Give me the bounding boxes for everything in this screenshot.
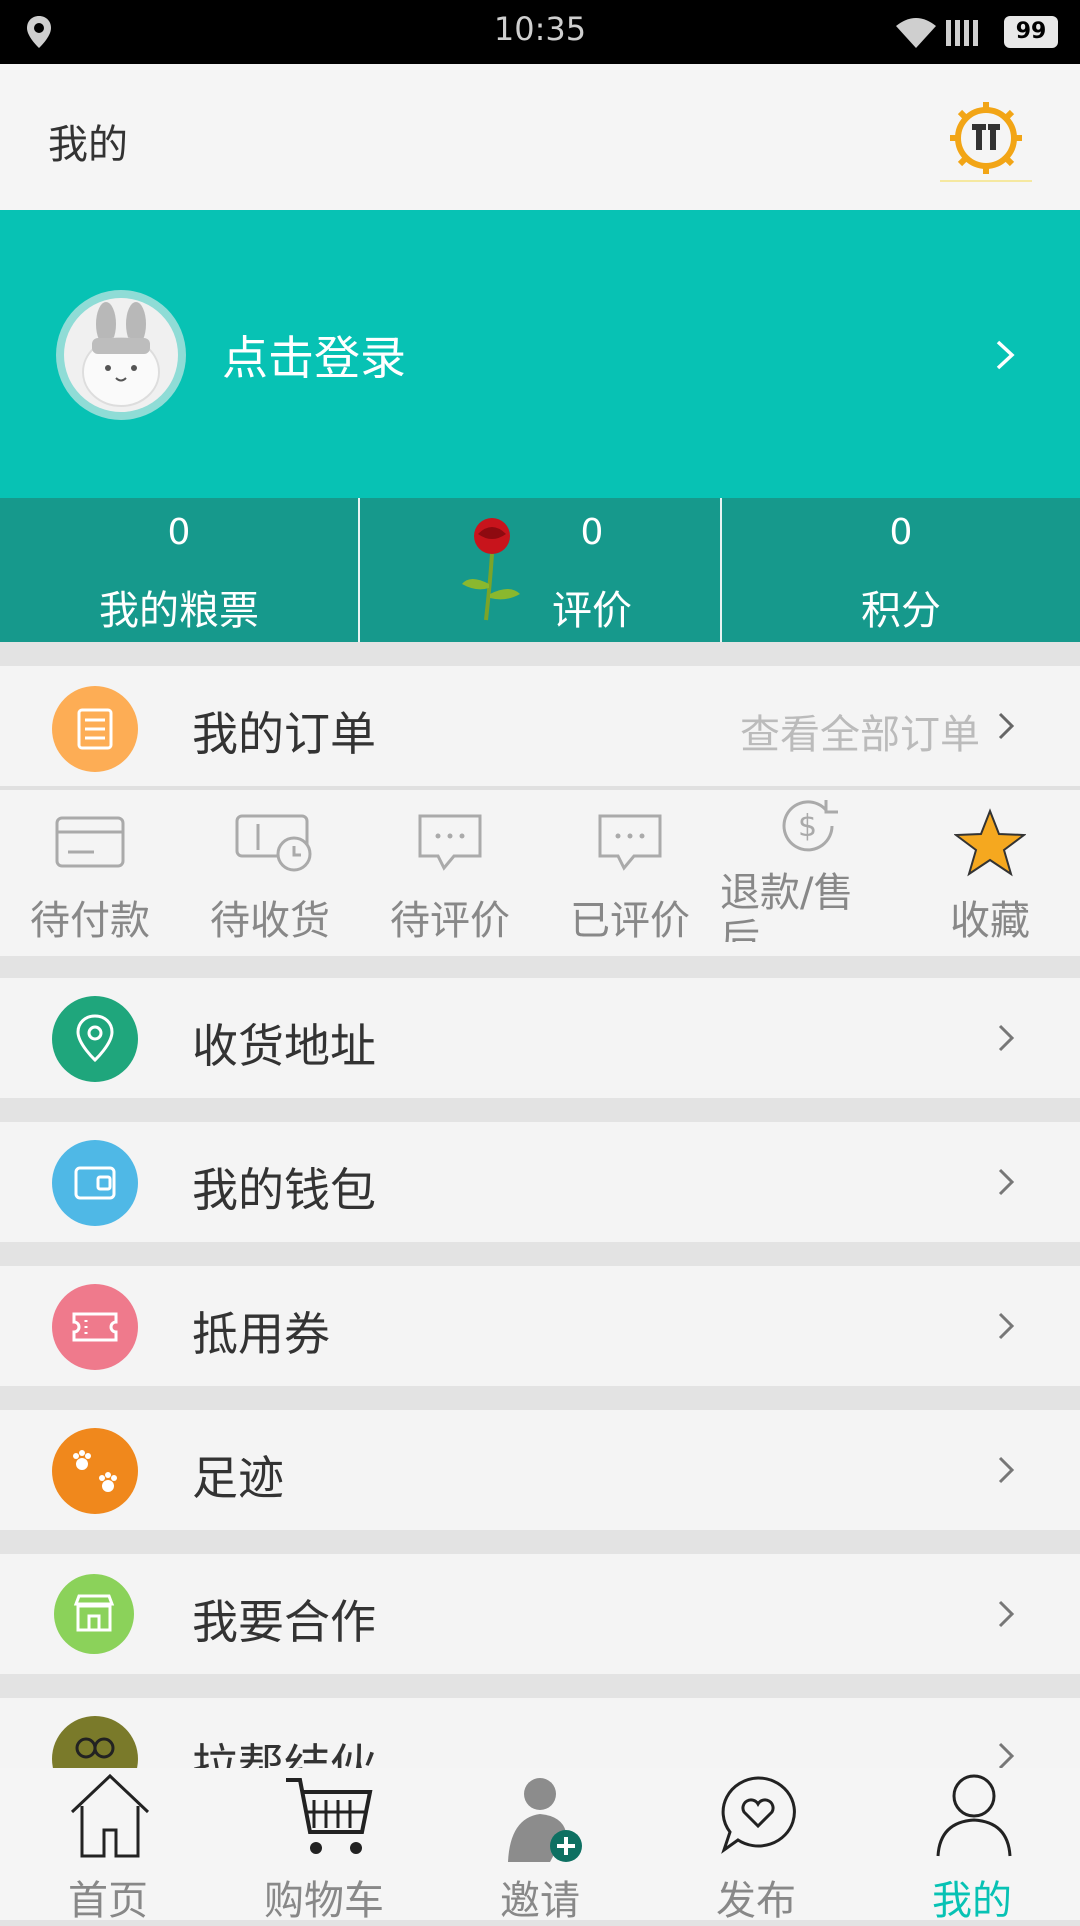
nav-cart[interactable]: 购物车 — [216, 1768, 432, 1924]
order-status-bar: 待付款 待收货 待评价 已评价 $ 退款/售后 收藏 — [0, 790, 1080, 956]
order-refund-aftersale[interactable]: $ 退款/售后 — [720, 790, 900, 956]
order-pending-payment[interactable]: 待付款 — [0, 790, 180, 956]
stat-value: 0 — [167, 512, 191, 553]
favorites[interactable]: 收藏 — [900, 790, 1080, 956]
avatar[interactable] — [56, 290, 186, 420]
stat-label: 评价 — [552, 588, 632, 634]
menu-footprints[interactable]: 足迹 — [0, 1410, 1080, 1530]
signal-icon — [946, 20, 978, 46]
refund-icon: $ — [782, 800, 838, 852]
clock-ticket-icon — [235, 814, 312, 872]
wallet-icon — [52, 1140, 138, 1226]
order-reviewed[interactable]: 已评价 — [540, 790, 720, 956]
battery-indicator: 99 — [1004, 16, 1058, 48]
paw-icon — [52, 1428, 138, 1514]
shop-icon — [54, 1574, 134, 1654]
stat-label: 我的粮票 — [99, 588, 259, 634]
settings-gear-icon[interactable] — [944, 96, 1028, 180]
nav-mine[interactable]: 我的 — [864, 1768, 1080, 1924]
stat-reviews[interactable]: 0 评价 — [360, 498, 720, 642]
cart-icon — [286, 1778, 373, 1854]
status-bar: 10:35 99 — [0, 0, 1080, 64]
chevron-right-icon — [998, 1456, 1015, 1484]
bunny-avatar-icon — [82, 302, 160, 407]
stats-bar: 0 我的粮票 0 评价 0 积分 — [0, 498, 1080, 642]
chevron-right-icon — [998, 1312, 1015, 1340]
title-bar: 我的 — [0, 64, 1080, 210]
wifi-icon — [896, 18, 936, 48]
group-icon — [52, 1716, 138, 1768]
nav-home[interactable]: 首页 — [0, 1768, 216, 1924]
card-icon — [55, 816, 125, 868]
profile-login-banner[interactable]: 点击登录 — [0, 210, 1080, 498]
menu-team-up[interactable]: 拉帮结伙 — [0, 1698, 1080, 1768]
chevron-right-icon — [998, 1024, 1015, 1052]
menu-coupons[interactable]: 抵用券 — [0, 1266, 1080, 1386]
invite-icon — [508, 1778, 582, 1862]
stat-value: 0 — [889, 512, 913, 553]
menu-my-wallet[interactable]: 我的钱包 — [0, 1122, 1080, 1242]
user-icon — [936, 1774, 1012, 1857]
chevron-right-icon — [998, 712, 1015, 740]
login-prompt[interactable]: 点击登录 — [222, 322, 406, 388]
stat-label: 积分 — [861, 588, 941, 634]
bottom-nav: 首页 购物车 邀请 发布 我的 — [0, 1768, 1080, 1924]
coupon-icon — [52, 1284, 138, 1370]
chat-bubble-icon — [418, 814, 482, 871]
chat-bubble-icon — [598, 814, 662, 871]
nav-invite[interactable]: 邀请 — [432, 1768, 648, 1924]
stat-points[interactable]: 0 积分 — [722, 498, 1080, 642]
chevron-right-icon — [998, 1168, 1015, 1196]
chevron-right-icon — [996, 340, 1015, 370]
publish-icon — [721, 1776, 796, 1854]
my-orders-row[interactable]: 我的订单 查看全部订单 — [0, 666, 1080, 786]
menu-shipping-address[interactable]: 收货地址 — [0, 978, 1080, 1098]
view-all-orders-link[interactable]: 查看全部订单 — [740, 702, 980, 760]
chevron-right-icon — [998, 1600, 1015, 1628]
orders-title: 我的订单 — [192, 707, 376, 761]
chevron-right-icon — [998, 1742, 1015, 1768]
order-pending-receipt[interactable]: 待收货 — [180, 790, 360, 956]
star-icon — [954, 808, 1026, 877]
svg-text:$: $ — [798, 809, 817, 844]
order-pending-review[interactable]: 待评价 — [360, 790, 540, 956]
page-title: 我的 — [48, 122, 128, 168]
orders-list-icon — [52, 686, 138, 772]
nav-publish[interactable]: 发布 — [648, 1768, 864, 1924]
home-icon — [70, 1773, 150, 1858]
stat-grain-tickets[interactable]: 0 我的粮票 — [0, 498, 358, 642]
location-icon — [52, 996, 138, 1082]
stat-value: 0 — [580, 512, 604, 553]
menu-cooperation[interactable]: 我要合作 — [0, 1554, 1080, 1674]
